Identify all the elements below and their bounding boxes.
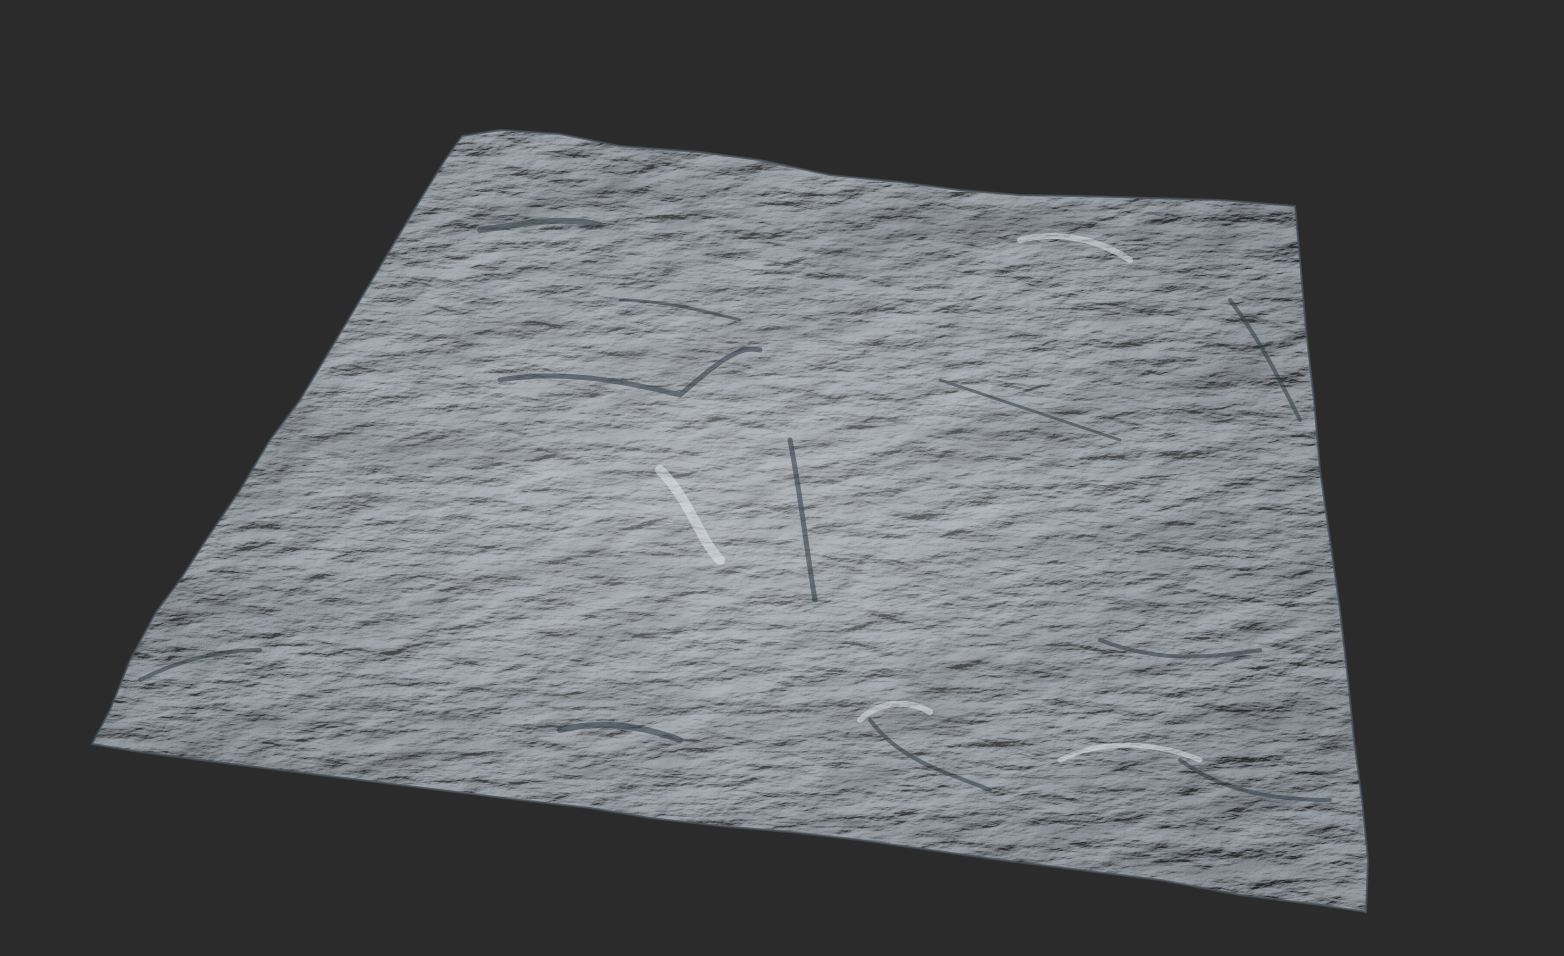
terrain-surface bbox=[92, 130, 1368, 912]
3d-viewport[interactable] bbox=[0, 0, 1564, 956]
terrain-mesh[interactable] bbox=[0, 0, 1564, 956]
